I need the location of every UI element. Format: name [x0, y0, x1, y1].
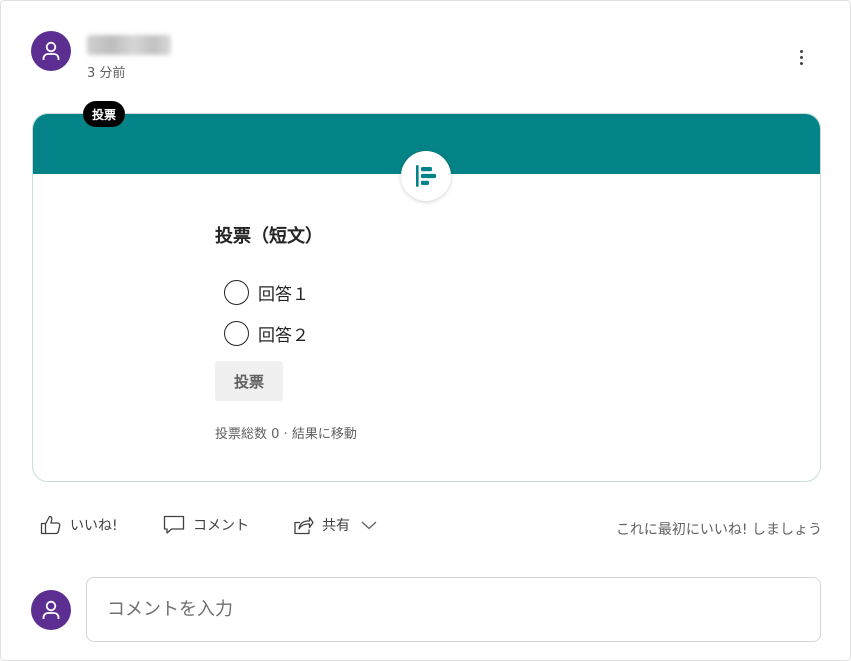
commenter-avatar — [31, 590, 71, 630]
share-icon — [294, 516, 314, 535]
author-name-blurred — [87, 35, 171, 55]
author-avatar[interactable] — [31, 31, 71, 71]
post-timestamp: 3 分前 — [87, 66, 126, 81]
poll-footer: 投票総数 0 · 結果に移動 — [215, 423, 357, 442]
poll-option-2[interactable]: 回答２ — [224, 321, 309, 346]
comment-label: コメント — [193, 518, 249, 534]
share-button[interactable]: 共有 — [292, 515, 378, 535]
more-dot — [799, 55, 803, 59]
chevron-down-icon[interactable] — [360, 519, 378, 531]
total-votes: 投票総数 0 — [215, 427, 280, 442]
action-bar: いいね! コメント 共有 これに最初にいいね! しましょう — [1, 511, 851, 543]
share-label: 共有 — [322, 518, 350, 534]
post-card: 3 分前 投票 投票（短文） 回答１ 回答２ 投票 投票総数 0 · 結果に移動 — [0, 0, 851, 661]
like-button[interactable]: いいね! — [40, 515, 118, 535]
radio-button[interactable] — [224, 280, 249, 305]
vote-button[interactable]: 投票 — [215, 361, 283, 401]
poll-badge: 投票 — [83, 101, 126, 127]
comment-icon — [163, 515, 185, 534]
poll-card: 投票（短文） 回答１ 回答２ 投票 投票総数 0 · 結果に移動 — [32, 113, 821, 482]
poll-option-label: 回答１ — [258, 285, 309, 305]
comment-button[interactable]: コメント — [163, 515, 249, 535]
poll-icon-circle — [401, 151, 451, 201]
more-dot — [799, 49, 803, 53]
poll-option-1[interactable]: 回答１ — [224, 280, 309, 305]
radio-button[interactable] — [224, 321, 249, 346]
person-icon — [42, 600, 60, 619]
thumbs-up-icon — [40, 515, 61, 535]
more-dot — [799, 61, 803, 65]
like-label: いいね! — [70, 518, 118, 534]
poll-option-label: 回答２ — [258, 326, 309, 346]
comment-input[interactable] — [86, 577, 821, 642]
first-like-prompt: これに最初にいいね! しましょう — [615, 522, 822, 538]
footer-separator: · — [279, 427, 292, 442]
person-icon — [42, 41, 60, 60]
more-options-button[interactable] — [789, 43, 813, 71]
poll-title: 投票（短文） — [215, 226, 323, 247]
poll-bars-icon — [416, 165, 436, 187]
results-link[interactable]: 結果に移動 — [292, 427, 357, 442]
